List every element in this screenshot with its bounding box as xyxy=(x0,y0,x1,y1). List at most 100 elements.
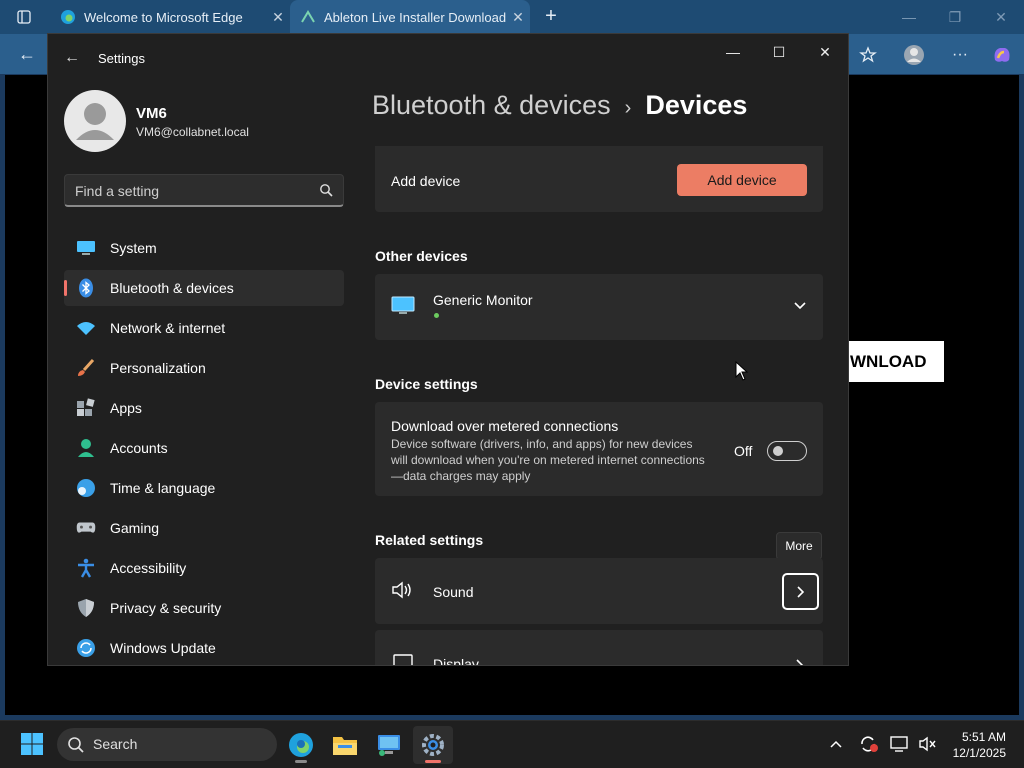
close-icon[interactable]: ✕ xyxy=(802,38,848,66)
metered-toggle[interactable] xyxy=(767,441,807,461)
mouse-cursor-icon xyxy=(735,360,749,386)
download-button[interactable]: WNLOAD xyxy=(848,341,944,382)
sidebar-item-label: Accessibility xyxy=(110,560,187,576)
add-device-card: Add device Add device xyxy=(375,146,823,212)
sidebar-item-label: Windows Update xyxy=(110,640,216,656)
maximize-icon[interactable]: ☐ xyxy=(756,38,802,66)
accessibility-icon xyxy=(76,558,96,578)
close-tab-icon[interactable]: ✕ xyxy=(506,9,530,26)
sidebar-item-label: Gaming xyxy=(110,520,160,536)
chevron-right-icon[interactable] xyxy=(795,658,805,665)
wifi-icon xyxy=(76,318,96,338)
sidebar-item-label: Bluetooth & devices xyxy=(110,280,234,296)
search-icon[interactable] xyxy=(319,183,333,197)
profile-icon[interactable] xyxy=(898,40,930,70)
sidebar-item-network[interactable]: Network & internet xyxy=(64,310,344,346)
sound-card[interactable]: Sound xyxy=(375,558,823,624)
more-options-icon[interactable]: ··· xyxy=(944,40,976,70)
chevron-up-icon[interactable] xyxy=(828,736,844,757)
user-name: VM6 xyxy=(136,105,167,122)
search-icon xyxy=(67,736,85,757)
chevron-down-icon[interactable] xyxy=(793,298,807,316)
minimize-icon[interactable]: — xyxy=(710,38,756,66)
toggle-knob xyxy=(773,446,783,456)
display-card[interactable]: Display xyxy=(375,630,823,665)
system-clock[interactable]: 5:51 AM 12/1/2025 xyxy=(953,729,1006,761)
windows-start-icon[interactable] xyxy=(20,732,44,756)
tab-welcome-edge[interactable]: Welcome to Microsoft Edge ✕ xyxy=(50,0,290,34)
person-icon xyxy=(76,438,96,458)
taskbar-edge[interactable] xyxy=(281,726,321,764)
bluetooth-icon xyxy=(76,278,96,298)
monitor-icon xyxy=(391,296,415,321)
sidebar-item-time-language[interactable]: Time & language xyxy=(64,470,344,506)
running-indicator xyxy=(295,760,307,763)
avatar xyxy=(64,90,126,152)
sidebar-item-accounts[interactable]: Accounts xyxy=(64,430,344,466)
generic-monitor-card[interactable]: Generic Monitor xyxy=(375,274,823,340)
active-indicator xyxy=(425,760,441,763)
taskbar-search[interactable]: Search xyxy=(57,728,277,761)
back-arrow-icon[interactable]: ← xyxy=(62,48,82,68)
breadcrumb-separator: › xyxy=(624,97,632,119)
related-settings-heading: Related settings xyxy=(375,532,484,548)
speaker-icon xyxy=(391,580,413,605)
metered-description: Device software (drivers, info, and apps… xyxy=(391,437,705,483)
breadcrumb-parent[interactable]: Bluetooth & devices xyxy=(372,90,611,120)
sound-label: Sound xyxy=(433,584,474,600)
breadcrumb: Bluetooth & devices › Devices xyxy=(372,90,747,121)
sidebar-item-bluetooth[interactable]: Bluetooth & devices xyxy=(64,270,344,306)
close-window-icon[interactable]: ✕ xyxy=(978,0,1024,34)
chevron-right-icon[interactable] xyxy=(782,573,819,610)
back-button[interactable]: ← xyxy=(14,42,40,68)
display-icon xyxy=(393,654,413,665)
apps-icon xyxy=(76,398,96,418)
close-tab-icon[interactable]: ✕ xyxy=(266,9,290,26)
sidebar-item-apps[interactable]: Apps xyxy=(64,390,344,426)
copilot-icon[interactable] xyxy=(986,40,1018,70)
restore-icon[interactable]: ❐ xyxy=(932,0,978,34)
globe-clock-icon xyxy=(76,478,96,498)
monitor-icon xyxy=(76,238,96,258)
taskbar-file-explorer[interactable] xyxy=(325,726,365,764)
sidebar-item-windows-update[interactable]: Windows Update xyxy=(64,630,344,665)
sidebar-item-label: Accounts xyxy=(110,440,168,456)
settings-window: ← Settings — ☐ ✕ VM6 VM6@collabnet.local… xyxy=(47,33,849,666)
taskbar-network-app[interactable] xyxy=(369,726,409,764)
favorites-icon[interactable] xyxy=(852,40,884,70)
add-device-button[interactable]: Add device xyxy=(677,164,807,196)
sidebar-item-accessibility[interactable]: Accessibility xyxy=(64,550,344,586)
clock-date: 12/1/2025 xyxy=(952,746,1006,760)
sidebar-item-privacy[interactable]: Privacy & security xyxy=(64,590,344,626)
sidebar-item-label: Privacy & security xyxy=(110,600,222,616)
search-input[interactable] xyxy=(75,181,305,201)
sidebar-item-label: Time & language xyxy=(110,480,216,496)
new-tab-button[interactable]: + xyxy=(538,4,564,30)
controller-icon xyxy=(76,518,96,538)
metered-title: Download over metered connections xyxy=(391,418,619,434)
sidebar-item-label: Personalization xyxy=(110,360,206,376)
shield-icon xyxy=(76,598,96,618)
sidebar-item-system[interactable]: System xyxy=(64,230,344,266)
volume-muted-icon[interactable] xyxy=(918,735,938,758)
add-device-label: Add device xyxy=(391,173,461,189)
edge-icon xyxy=(60,9,76,25)
sidebar-item-label: Network & internet xyxy=(110,320,226,336)
sidebar-item-label: Apps xyxy=(110,400,142,416)
device-settings-heading: Device settings xyxy=(375,376,478,392)
tab-title: Ableton Live Installer Download U xyxy=(324,9,506,25)
status-dot xyxy=(434,313,439,318)
tab-ableton[interactable]: Ableton Live Installer Download U ✕ xyxy=(290,0,530,34)
device-name: Generic Monitor xyxy=(433,292,533,308)
sidebar-item-personalization[interactable]: Personalization xyxy=(64,350,344,386)
taskbar-settings[interactable] xyxy=(413,726,453,764)
tab-actions-icon[interactable] xyxy=(4,6,44,28)
display-status-icon[interactable] xyxy=(890,735,910,758)
toggle-state-label: Off xyxy=(734,443,753,459)
sidebar-item-gaming[interactable]: Gaming xyxy=(64,510,344,546)
sync-alert-icon[interactable] xyxy=(858,734,880,759)
user-email: VM6@collabnet.local xyxy=(136,125,249,139)
minimize-icon[interactable]: — xyxy=(886,0,932,34)
window-title: Settings xyxy=(98,51,145,66)
update-icon xyxy=(76,638,96,658)
